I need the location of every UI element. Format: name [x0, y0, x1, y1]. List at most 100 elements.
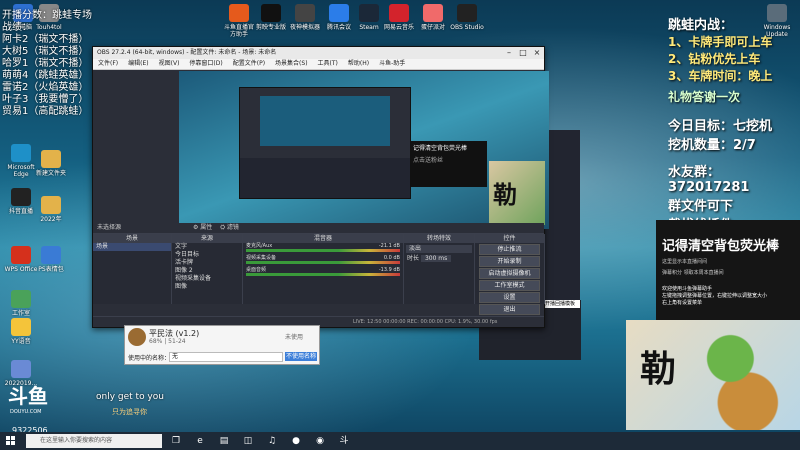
studio-mode-button[interactable]: 工作室模式 [479, 280, 540, 291]
folder-icon[interactable]: ▤ [218, 435, 230, 447]
windows-start-icon[interactable] [6, 436, 16, 446]
taskbar-search-box[interactable]: 在这里输入你要搜索的内容 [26, 434, 162, 448]
duration-input[interactable]: 300 ms [420, 255, 452, 262]
mixer-channel-db: 0.0 dB [383, 255, 400, 261]
properties-button[interactable]: 属性 [200, 224, 212, 231]
volume-meter[interactable] [246, 261, 400, 264]
promo-title: 记得清空背包荧光棒 [413, 145, 468, 152]
task-view-icon[interactable]: ❐ [170, 435, 182, 447]
desktop-icon[interactable]: 新建文件夹 [34, 150, 68, 177]
desktop-icon-label: YY语音 [11, 338, 31, 345]
desktop-icon[interactable]: 蛋仔派对 [416, 4, 450, 31]
obs-preview[interactable]: 记得清空背包荧光棒 点击送粉丝 勒 [179, 71, 549, 229]
unuse-name-button[interactable]: 不使用名称 [285, 352, 317, 361]
obs-docks: 场景 场景 来源 文字 今日目标 活卡牌 图像 2 视频采集设备 图像 混音器 … [93, 233, 545, 315]
app-icon [389, 4, 409, 22]
desktop-icon[interactable]: YY语音 [4, 318, 38, 345]
overlay-qq-group: 水友群：372017281 [668, 165, 750, 195]
desktop-icon-label: Steam [359, 24, 379, 31]
source-item[interactable]: 今日目标 [172, 251, 242, 259]
overlay-line: 大树5（瑞文不播） [2, 46, 89, 57]
minimize-icon[interactable]: – [502, 47, 516, 59]
app-icon [11, 290, 31, 308]
obs-icon[interactable]: ● [290, 435, 302, 447]
start-recording-button[interactable]: 开始录制 [479, 256, 540, 267]
source-item[interactable]: 视频采集设备 [172, 275, 242, 283]
obs-menu-item[interactable]: 场景集合(S) [270, 60, 313, 67]
obs-menu-item[interactable]: 视图(V) [154, 60, 185, 67]
scenes-panel: 场景 场景 [93, 234, 172, 304]
avatar [128, 328, 146, 346]
douyu-logo: 斗鱼 [8, 384, 48, 408]
transitions-header: 转场特效 [404, 234, 474, 243]
overlay-item: 3、车牌时间：晚上 [668, 69, 773, 83]
exit-button[interactable]: 退出 [479, 304, 540, 315]
overlay-title: 跳蛙内战： [668, 18, 734, 33]
stream-overlay-right: 跳蛙内战： 1、卡牌手即可上车 2、钻粉优先上车 3、车牌时间：晚上 礼物答谢一… [668, 14, 800, 233]
desktop-icon[interactable]: 网易云音乐 [382, 4, 416, 31]
desktop-icon[interactable]: Steam [352, 4, 386, 31]
settings-button[interactable]: 设置 [479, 292, 540, 303]
volume-meter[interactable] [246, 273, 400, 276]
profile-status: 未使用 [285, 334, 304, 341]
source-item[interactable]: 活卡牌 [172, 259, 242, 267]
desktop-icon[interactable]: 腾讯会议 [322, 4, 356, 31]
desktop-icon[interactable]: 剪映专业版 [254, 4, 288, 31]
source-item[interactable]: 图像 2 [172, 267, 242, 275]
stop-streaming-button[interactable]: 停止推流 [479, 244, 540, 255]
desktop-icon-label: PS表情包 [38, 266, 64, 273]
source-item[interactable]: 图像 [172, 283, 242, 291]
desktop-icon[interactable]: 抖音直播 [4, 188, 38, 215]
app-icon [11, 188, 31, 206]
obs-menu-item[interactable]: 帮助(H) [343, 60, 374, 67]
filter-icon[interactable]: ⛭ [220, 224, 225, 231]
name-label: 使用中的名称： [128, 355, 171, 362]
store-icon[interactable]: ◫ [242, 435, 254, 447]
obs-menu-item[interactable]: 工具(T) [313, 60, 343, 67]
desktop-icon[interactable]: 2022019... [4, 360, 38, 387]
profile-sub: 68% | 51-24 [149, 338, 186, 345]
desktop-icon[interactable]: WPS Office [4, 246, 38, 273]
mixer-channel: 麦克风/Aux -21.1 dB [243, 243, 403, 255]
app-icon [11, 246, 31, 264]
name-field[interactable]: 无 [169, 352, 283, 362]
obs-menu-item[interactable]: 文件(F) [93, 60, 123, 67]
volume-meter[interactable] [246, 249, 400, 252]
transition-select[interactable]: 淡出 [406, 245, 472, 253]
chrome-icon[interactable]: ◉ [314, 435, 326, 447]
desktop-icon[interactable]: OBS Studio [450, 4, 484, 31]
desktop-icon[interactable]: 夜神模拟器 [288, 4, 322, 31]
overlay-item: 2、钻粉优先上车 [668, 52, 761, 66]
desktop-icon[interactable]: 工作室 [4, 290, 38, 317]
edge-icon[interactable]: e [194, 435, 206, 447]
app-icon [423, 4, 443, 22]
danmu-panel: 记得清空背包荧光棒 这里显示本直播间间 弹幕积分 领取本周本直播间 欢迎使用斗鱼… [656, 220, 800, 320]
overlay-line: 雷诺2（火焰英雄） [2, 82, 89, 93]
desktop-icon-label: 网易云音乐 [383, 24, 414, 31]
app-icon [41, 150, 61, 168]
obs-menu-item[interactable]: 斗鱼-助手 [374, 60, 410, 67]
desktop-icon[interactable]: PS表情包 [34, 246, 68, 273]
virtual-camera-button[interactable]: 启动虚拟摄像机 [479, 268, 540, 279]
obs-menu-item[interactable]: 配置文件(P) [228, 60, 270, 67]
maximize-icon[interactable]: □ [516, 47, 530, 59]
desktop-icon[interactable]: 斗鱼直播官方助手 [222, 4, 256, 38]
desktop-icon-label: 剪映专业版 [255, 24, 286, 31]
source-item[interactable]: 文字 [172, 243, 242, 251]
obs-menu-item[interactable]: 编辑(E) [123, 60, 153, 67]
close-icon[interactable]: × [530, 47, 544, 59]
desktop-icon[interactable]: Microsoft Edge [4, 144, 38, 178]
douyu-icon[interactable]: 斗 [338, 435, 350, 447]
filters-button[interactable]: 滤镜 [227, 224, 239, 231]
obs-menu-item[interactable]: 停靠窗口(D) [184, 60, 227, 67]
mixer-channel-db: -13.9 dB [378, 267, 400, 273]
song-line-2: 只为追寻你 [112, 408, 147, 416]
scene-item[interactable]: 场景 [93, 243, 171, 251]
stream-overlay-left: 开播分数：跳蛙专场 战绩： 阿卡2（瑞文不播） 大树5（瑞文不播） 哈罗1（瑞文… [2, 10, 92, 118]
desktop-icon-label: 工作室 [11, 310, 30, 317]
desktop-icon[interactable]: 2022年 [34, 196, 68, 223]
desktop-icon-label: 蛋仔派对 [420, 24, 445, 31]
netease-icon[interactable]: ♫ [266, 435, 278, 447]
gear-icon[interactable]: ⚙ [193, 224, 198, 231]
template-button[interactable]: 开播回播模板 [540, 300, 580, 308]
